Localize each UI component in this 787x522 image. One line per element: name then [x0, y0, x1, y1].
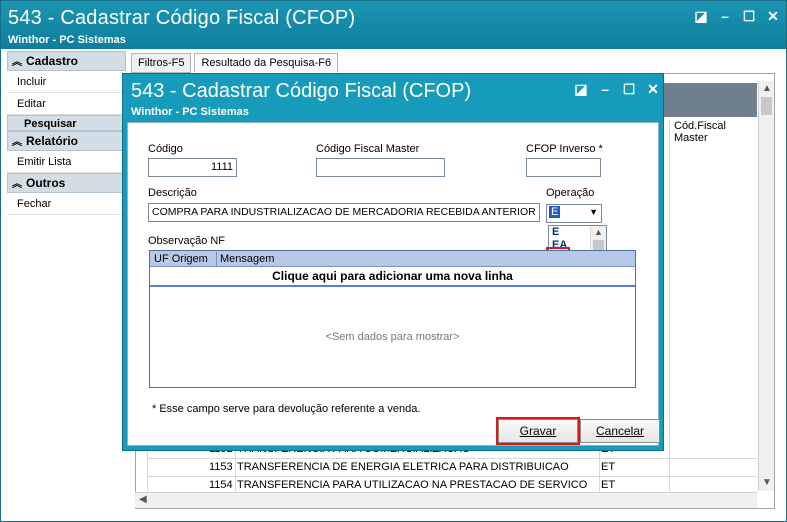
column-header-msg[interactable]: Mensagem: [220, 253, 274, 265]
column-divider: [216, 252, 217, 266]
close-icon[interactable]: ✕: [641, 80, 665, 98]
cancelar-button[interactable]: Cancelar: [580, 419, 660, 443]
operacao-label: Operação: [546, 187, 595, 199]
main-window-subtitle: Winthor - PC Sistemas: [8, 34, 126, 46]
chevron-up-icon: ︽: [12, 179, 22, 190]
column-header-uf[interactable]: UF Origem: [154, 253, 208, 265]
codigo-input[interactable]: 1111: [148, 158, 237, 177]
inverso-label: CFOP Inverso *: [526, 143, 603, 155]
main-title-bar: 543 - Cadastrar Código Fiscal (CFOP) Win…: [1, 1, 786, 49]
table-row[interactable]: 1153 TRANSFERENCIA DE ENERGIA ELETRICA P…: [147, 459, 757, 477]
dialog-title: 543 - Cadastrar Código Fiscal (CFOP): [131, 80, 472, 102]
restore-icon[interactable]: ◪: [569, 80, 593, 98]
devolucao-note: * Esse campo serve para devolução refere…: [152, 403, 421, 415]
sidebar: ︽ Cadastro Incluir Editar Pesquisar ︽ Rela…: [7, 51, 126, 521]
descricao-label: Descrição: [148, 187, 197, 199]
dialog-body: Código 1111 Código Fiscal Master CFOP In…: [127, 122, 660, 446]
close-icon[interactable]: ✕: [761, 7, 785, 25]
maximize-icon[interactable]: ☐: [737, 7, 761, 25]
tab-bar: Filtros-F5 Resultado da Pesquisa-F6: [131, 53, 341, 73]
column-divider: [669, 120, 670, 492]
section-label: Outros: [26, 176, 66, 190]
grid-vertical-scrollbar[interactable]: ▲ ▼: [758, 81, 774, 491]
app-window: 543 - Cadastrar Código Fiscal (CFOP) Win…: [0, 0, 787, 522]
obs-grid: UF Origem Mensagem Clique aqui para adic…: [149, 250, 636, 388]
chevron-up-icon: ︽: [12, 57, 22, 68]
master-input[interactable]: [316, 158, 445, 177]
add-row-button[interactable]: Clique aqui para adicionar uma nova linh…: [150, 267, 635, 287]
tab-resultado[interactable]: Resultado da Pesquisa-F6: [194, 53, 339, 73]
section-label: Cadastro: [26, 54, 79, 68]
sidebar-item-incluir[interactable]: Incluir: [7, 71, 126, 93]
inverso-input[interactable]: [526, 158, 601, 177]
operacao-select[interactable]: E ▼: [546, 204, 602, 223]
empty-message: <Sem dados para mostrar>: [325, 331, 460, 343]
descricao-input[interactable]: COMPRA PARA INDUSTRIALIZACAO DE MERCADOR…: [148, 203, 540, 222]
grid-horizontal-scrollbar[interactable]: ◀: [135, 492, 757, 508]
sidebar-section-relatorio[interactable]: ︽ Relatório: [7, 131, 126, 151]
cell-op: ET: [601, 479, 616, 491]
main-window-title: 543 - Cadastrar Código Fiscal (CFOP): [8, 7, 356, 29]
sidebar-item-editar[interactable]: Editar: [7, 93, 126, 115]
cell-op: ET: [601, 461, 616, 473]
sidebar-section-outros[interactable]: ︽ Outros: [7, 173, 126, 193]
column-header-master[interactable]: Cód.Fiscal Master: [669, 120, 759, 144]
sidebar-item-fechar[interactable]: Fechar: [7, 193, 126, 215]
section-label: Relatório: [26, 134, 79, 148]
highlight-box-gravar: [496, 417, 580, 445]
codigo-label: Código: [148, 143, 183, 155]
master-label: Código Fiscal Master: [316, 143, 420, 155]
scroll-up-icon[interactable]: ▲: [762, 83, 772, 94]
cell-code: 1153: [209, 461, 233, 473]
restore-icon[interactable]: ◪: [689, 7, 713, 25]
scroll-up-icon[interactable]: ▲: [594, 227, 603, 237]
cell-code: 1154: [209, 479, 233, 491]
obs-label: Observação NF: [148, 235, 226, 247]
scroll-down-icon[interactable]: ▼: [762, 477, 772, 488]
sidebar-item-emitir-lista[interactable]: Emitir Lista: [7, 151, 126, 173]
sidebar-section-cadastro[interactable]: ︽ Cadastro: [7, 51, 126, 71]
cfop-dialog: 543 - Cadastrar Código Fiscal (CFOP) Win…: [122, 73, 664, 451]
obs-grid-header: UF Origem Mensagem: [150, 251, 635, 267]
chevron-up-icon: ︽: [12, 137, 22, 148]
scroll-left-icon[interactable]: ◀: [139, 494, 147, 505]
cell-desc: TRANSFERENCIA PARA UTILIZACAO NA PRESTAC…: [237, 479, 588, 491]
dropdown-arrow-icon[interactable]: ▼: [589, 207, 598, 217]
cell-desc: TRANSFERENCIA DE ENERGIA ELETRICA PARA D…: [237, 461, 569, 473]
minimize-icon[interactable]: –: [713, 7, 737, 25]
maximize-icon[interactable]: ☐: [617, 80, 641, 98]
sidebar-item-pesquisar[interactable]: Pesquisar: [7, 115, 126, 131]
tab-filtros[interactable]: Filtros-F5: [131, 53, 192, 73]
minimize-icon[interactable]: –: [593, 80, 617, 98]
operacao-selected: E: [549, 206, 561, 218]
scrollbar-thumb[interactable]: [761, 97, 772, 115]
dialog-subtitle: Winthor - PC Sistemas: [131, 106, 249, 118]
